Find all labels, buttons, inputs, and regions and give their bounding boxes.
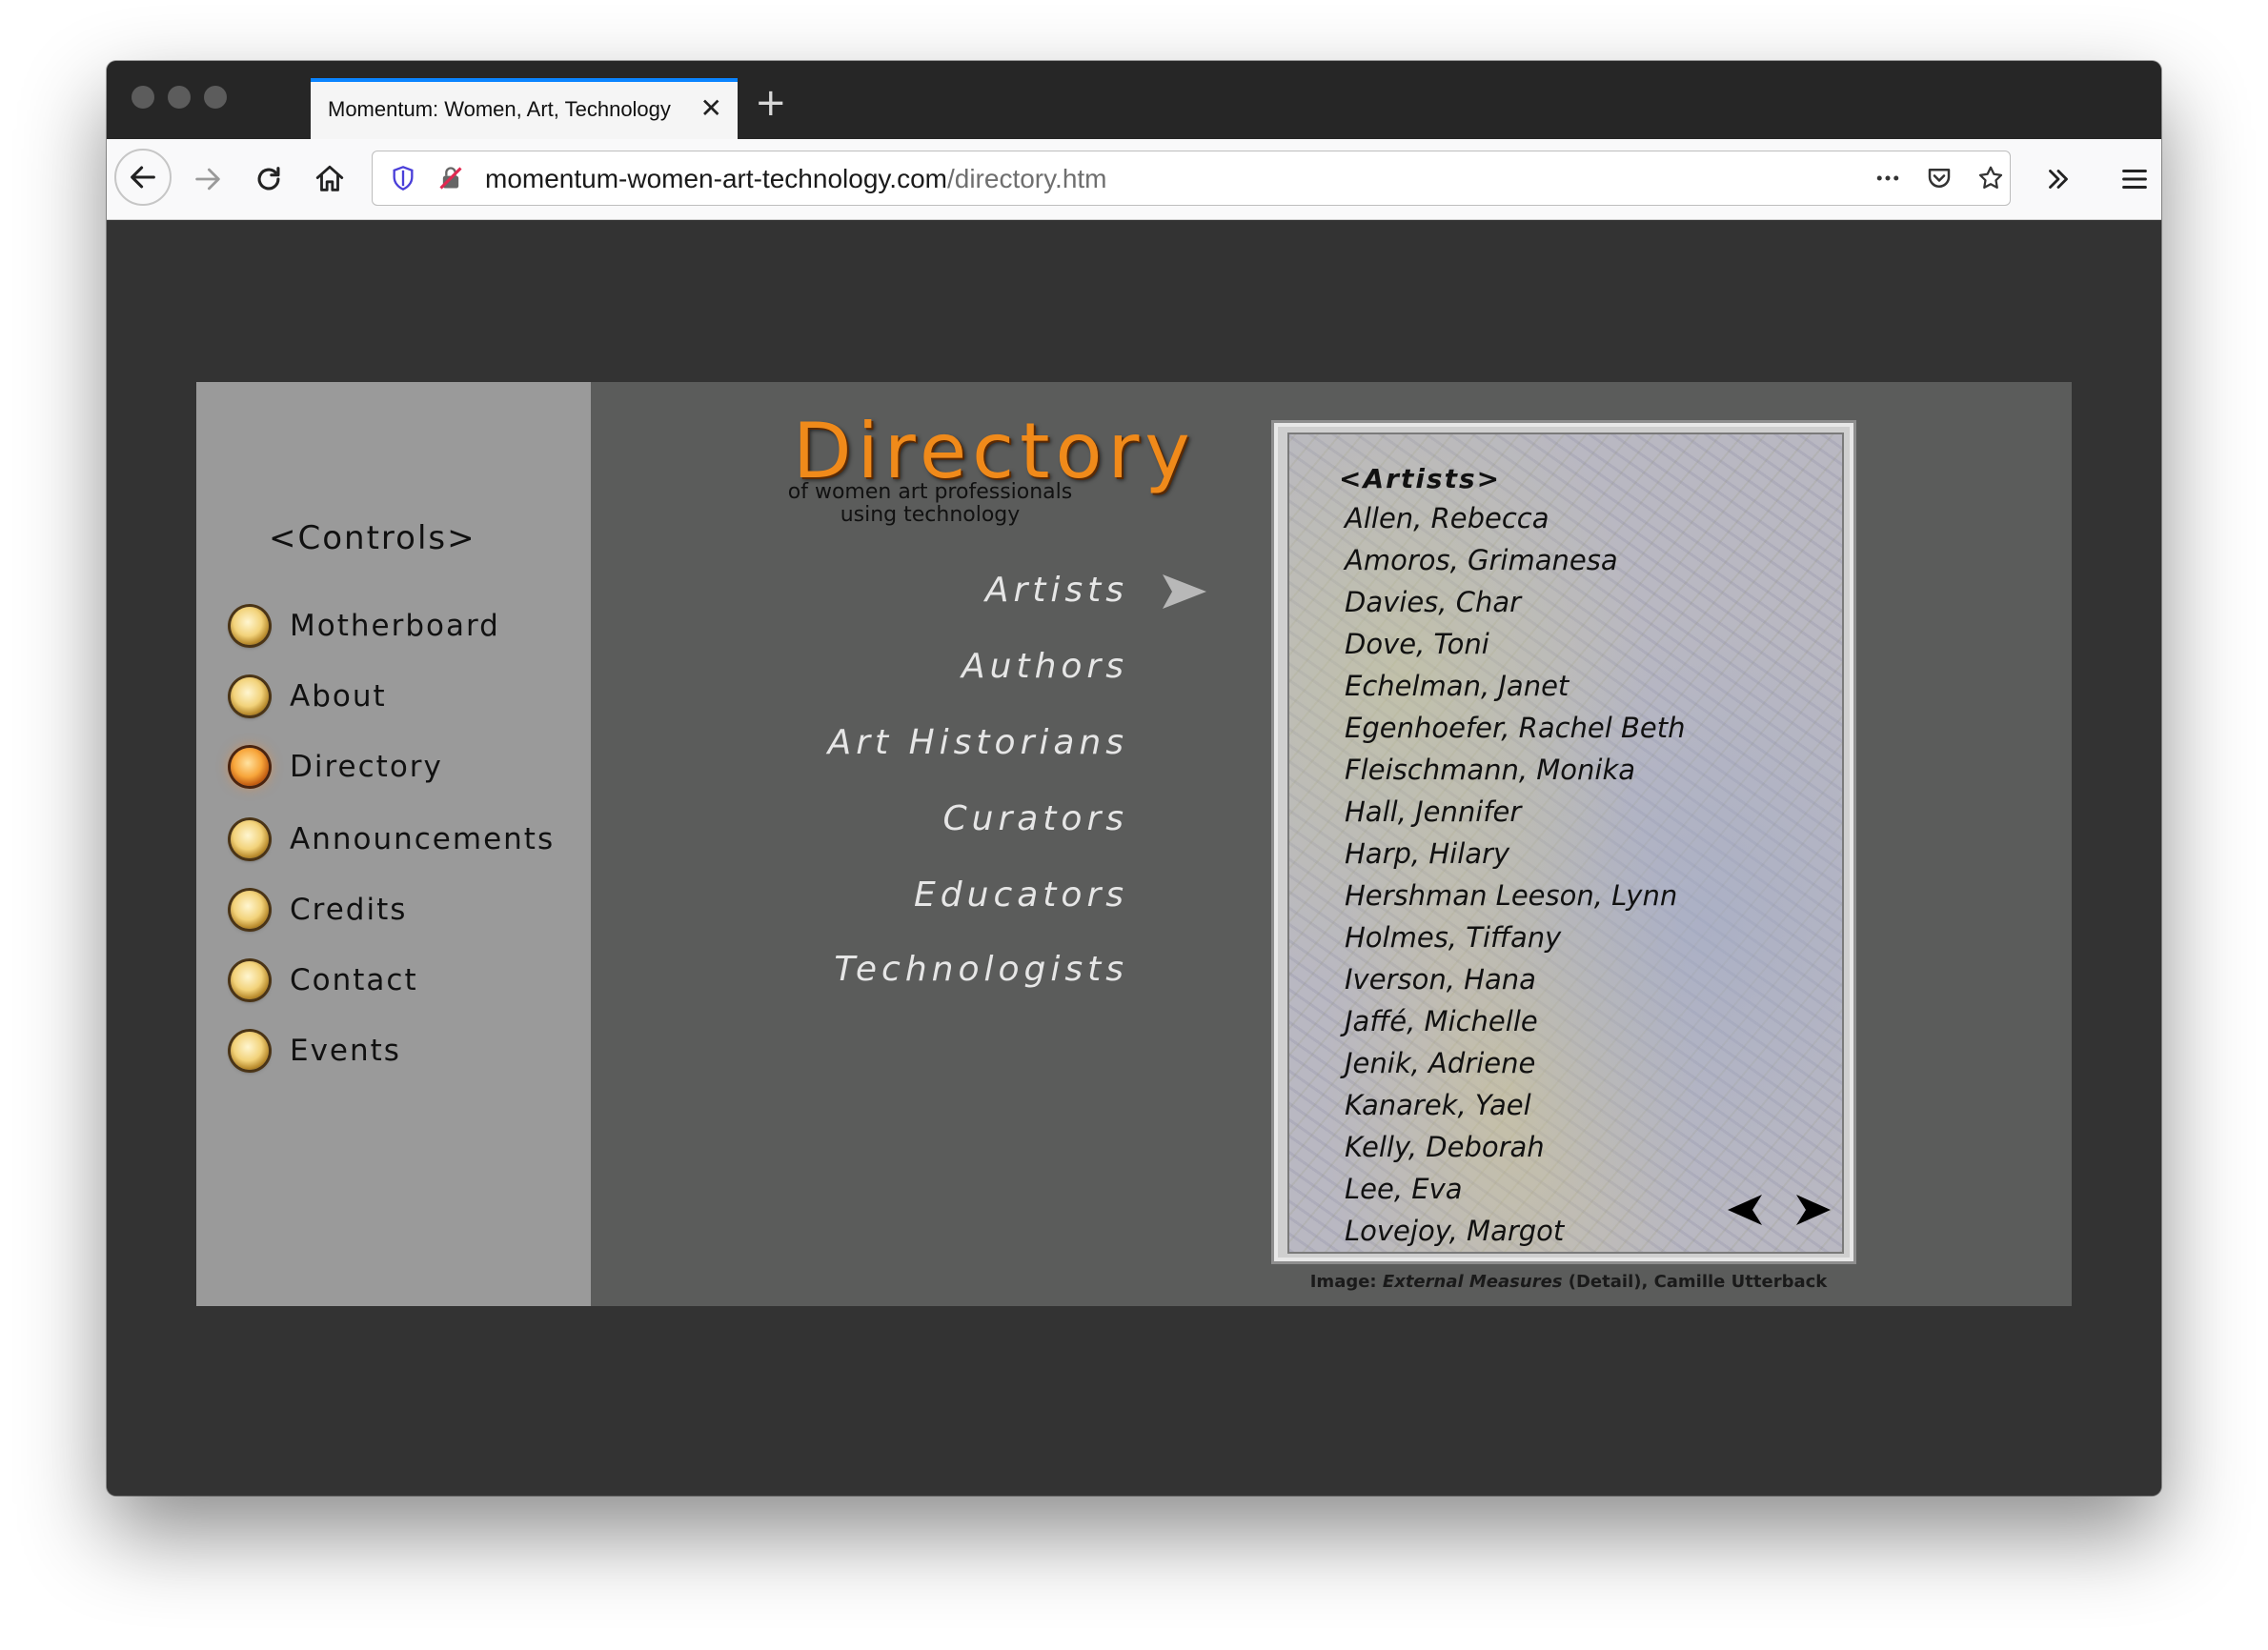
artist-list: Allen, Rebecca Amoros, Grimanesa Davies,… <box>1345 497 1686 1252</box>
nav-item-label: Contact <box>290 963 418 997</box>
nav-item-label: Credits <box>290 893 408 927</box>
artist-link[interactable]: Lee, Eva <box>1345 1168 1686 1210</box>
window-close-dot[interactable] <box>132 86 154 109</box>
window-minimize-dot[interactable] <box>168 86 191 109</box>
nav-item-events[interactable]: Events <box>231 1022 401 1079</box>
controls-title: <Controls> <box>269 519 476 557</box>
home-button[interactable] <box>303 152 356 206</box>
selected-arrow-icon <box>1163 574 1206 609</box>
url-domain: momentum-women-art-technology.com <box>485 164 947 193</box>
back-button[interactable] <box>114 149 172 206</box>
directory-panel: <Artists> Allen, Rebecca Amoros, Grimane… <box>1287 433 1844 1254</box>
artist-link[interactable]: Jenik, Adriene <box>1345 1042 1686 1084</box>
panel-heading: <Artists> <box>1339 463 1502 494</box>
tab-active[interactable]: Momentum: Women, Art, Technology ✕ <box>311 78 738 139</box>
more-actions-icon[interactable] <box>1871 161 1905 195</box>
knob-icon <box>231 961 269 999</box>
artist-link[interactable]: Davies, Char <box>1345 581 1686 623</box>
nav-item-about[interactable]: About <box>231 668 387 725</box>
artist-link[interactable]: Amoros, Grimanesa <box>1345 539 1686 581</box>
nav-bar: momentum-women-art-technology.com/direct… <box>107 139 2161 220</box>
arrow-left-icon <box>131 166 155 189</box>
artist-link[interactable]: Kanarek, Yael <box>1345 1084 1686 1126</box>
caption-suffix: (Detail), Camille Utterback <box>1562 1272 1828 1292</box>
category-curators[interactable]: Curators <box>942 799 1128 838</box>
shield-icon[interactable] <box>386 161 420 195</box>
artist-link[interactable]: Harp, Hilary <box>1345 833 1686 875</box>
tab-title: Momentum: Women, Art, Technology <box>328 97 671 121</box>
bookmark-star-icon[interactable] <box>1974 161 2008 195</box>
nav-item-directory[interactable]: Directory <box>231 738 443 795</box>
nav-item-label: Motherboard <box>290 609 500 643</box>
knob-icon <box>231 820 269 858</box>
overflow-menu-button[interactable] <box>2032 152 2085 206</box>
subtitle-line: using technology <box>840 503 1021 527</box>
artist-link[interactable]: Echelman, Janet <box>1345 665 1686 707</box>
artist-link[interactable]: Dove, Toni <box>1345 623 1686 665</box>
url-text: momentum-women-art-technology.com/direct… <box>485 164 1107 194</box>
next-page-icon[interactable] <box>1794 1193 1833 1227</box>
url-path: /directory.htm <box>946 164 1107 193</box>
artist-link[interactable]: Kelly, Deborah <box>1345 1126 1686 1168</box>
nav-item-announcements[interactable]: Announcements <box>231 811 555 868</box>
category-artists[interactable]: Artists <box>985 571 1128 610</box>
new-tab-icon[interactable]: + <box>755 84 787 122</box>
image-caption: Image: External Measures (Detail), Camil… <box>1302 1272 1835 1292</box>
page-subtitle: of women art professionals using technol… <box>768 481 1092 527</box>
url-bar[interactable]: momentum-women-art-technology.com/direct… <box>372 151 2011 206</box>
arrow-right-icon <box>195 168 220 191</box>
nav-item-contact[interactable]: Contact <box>231 952 418 1009</box>
artist-link[interactable]: Fleischmann, Monika <box>1345 749 1686 791</box>
hamburger-menu-icon <box>2122 169 2147 190</box>
directory-panel-frame: <Artists> Allen, Rebecca Amoros, Grimane… <box>1271 420 1856 1264</box>
app-menu-button[interactable] <box>2108 152 2161 206</box>
pocket-icon[interactable] <box>1922 161 1956 195</box>
prev-page-icon[interactable] <box>1726 1193 1764 1227</box>
category-educators[interactable]: Educators <box>914 875 1128 915</box>
reload-button[interactable] <box>242 152 295 206</box>
nav-item-label: About <box>290 679 387 714</box>
artist-link[interactable]: Jaffé, Michelle <box>1345 1000 1686 1042</box>
knob-active-icon <box>231 748 269 786</box>
site-container: <Controls> Motherboard About Directory A… <box>196 382 2072 1306</box>
double-chevron-right-icon <box>2049 170 2068 189</box>
artist-link[interactable]: Iverson, Hana <box>1345 958 1686 1000</box>
category-technologists[interactable]: Technologists <box>834 950 1128 989</box>
subtitle-line: of women art professionals <box>787 480 1073 504</box>
nav-item-label: Directory <box>290 750 443 784</box>
forward-button[interactable] <box>181 152 234 206</box>
page-viewport: <Controls> Motherboard About Directory A… <box>107 220 2161 1496</box>
knob-icon <box>231 607 269 645</box>
artist-link[interactable]: Egenhoefer, Rachel Beth <box>1345 707 1686 749</box>
insecure-lock-icon[interactable] <box>434 161 468 195</box>
knob-icon <box>231 891 269 929</box>
category-art-historians[interactable]: Art Historians <box>828 723 1128 762</box>
artist-link[interactable]: Holmes, Tiffany <box>1345 916 1686 958</box>
nav-item-label: Announcements <box>290 822 556 856</box>
browser-window: Momentum: Women, Art, Technology ✕ + mom… <box>107 61 2161 1496</box>
close-icon[interactable]: ✕ <box>700 95 722 122</box>
nav-item-credits[interactable]: Credits <box>231 881 407 938</box>
home-icon <box>315 165 344 191</box>
caption-work: External Measures <box>1382 1272 1563 1292</box>
artist-link[interactable]: Allen, Rebecca <box>1345 497 1686 539</box>
artist-link[interactable]: Hershman Leeson, Lynn <box>1345 875 1686 916</box>
window-zoom-dot[interactable] <box>204 86 227 109</box>
knob-icon <box>231 1032 269 1070</box>
tab-bar: Momentum: Women, Art, Technology ✕ + <box>107 61 2161 139</box>
artist-link[interactable]: Hall, Jennifer <box>1345 791 1686 833</box>
reload-icon <box>257 167 280 191</box>
nav-item-label: Events <box>290 1034 401 1068</box>
knob-icon <box>231 677 269 715</box>
controls-sidebar: <Controls> Motherboard About Directory A… <box>196 382 591 1306</box>
nav-item-motherboard[interactable]: Motherboard <box>231 597 500 654</box>
caption-prefix: Image: <box>1309 1272 1383 1292</box>
category-authors[interactable]: Authors <box>962 647 1128 686</box>
artist-link[interactable]: Lovejoy, Margot <box>1345 1210 1686 1252</box>
